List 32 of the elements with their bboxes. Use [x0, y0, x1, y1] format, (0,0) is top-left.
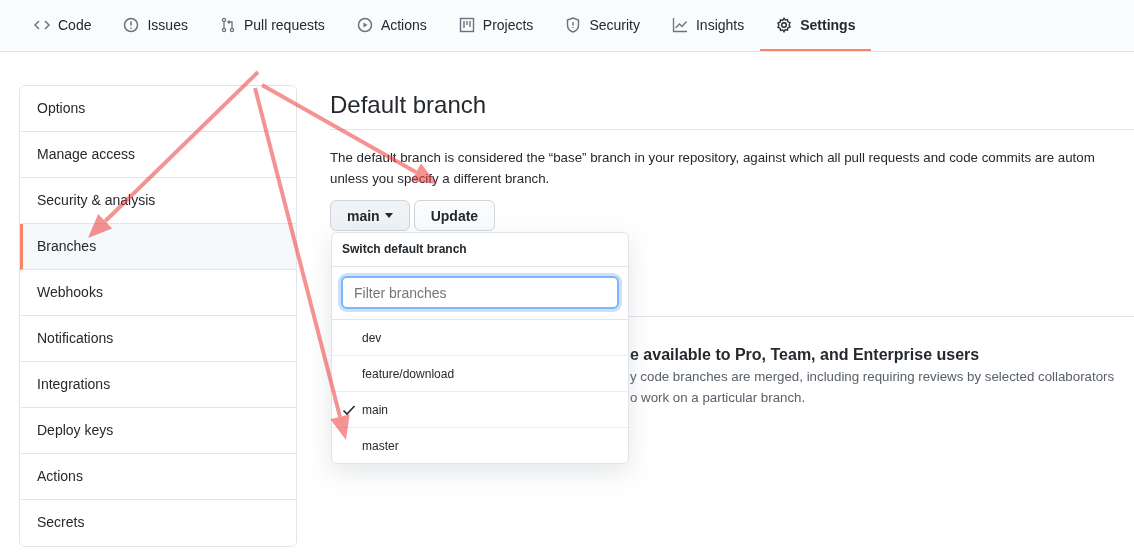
- branch-item[interactable]: master: [332, 428, 628, 463]
- tab[interactable]: Pull requests: [203, 0, 341, 51]
- section-heading: Default branch: [330, 85, 1134, 130]
- pull-request-icon: [219, 16, 236, 33]
- description-text: o work on a particular branch.: [630, 389, 807, 407]
- settings-icon: [776, 16, 793, 33]
- branch-item[interactable]: dev: [332, 320, 628, 356]
- description-text: unless you specify a different branch.: [330, 170, 551, 188]
- dropdown-title: Switch default branch: [332, 233, 628, 267]
- update-button[interactable]: Update: [413, 200, 496, 231]
- filter-field[interactable]: Filter branches: [341, 276, 619, 309]
- tab[interactable]: Projects: [442, 0, 550, 51]
- tab[interactable]: Code: [18, 0, 108, 51]
- tab[interactable]: Settings: [760, 0, 872, 51]
- description-text: The default branch is considered the “base” branch in your repository, against which all pull requests and code commits are autom: [330, 149, 1096, 167]
- branch-item[interactable]: main: [332, 392, 628, 428]
- sidebar-item[interactable]: Options: [20, 86, 296, 132]
- branch-item[interactable]: feature/download: [332, 356, 628, 392]
- graph-icon: [671, 16, 688, 33]
- issue-icon: [123, 16, 140, 33]
- caret-icon: [384, 213, 393, 218]
- tab[interactable]: Insights: [655, 0, 761, 51]
- play-icon: [356, 16, 373, 33]
- description-text: y code branches are merged, including requiring reviews by selected collaborators: [630, 368, 1116, 386]
- project-board-icon: [458, 16, 475, 33]
- tab[interactable]: Actions: [340, 0, 443, 51]
- section-heading: e available to Pro, Team, and Enterprise users: [630, 345, 981, 365]
- shield-icon: [565, 16, 582, 33]
- branch-select-button[interactable]: main: [330, 200, 410, 231]
- tab[interactable]: Issues: [107, 0, 204, 51]
- tab[interactable]: Security: [549, 0, 656, 51]
- sidebar-item[interactable]: Branches: [20, 224, 296, 270]
